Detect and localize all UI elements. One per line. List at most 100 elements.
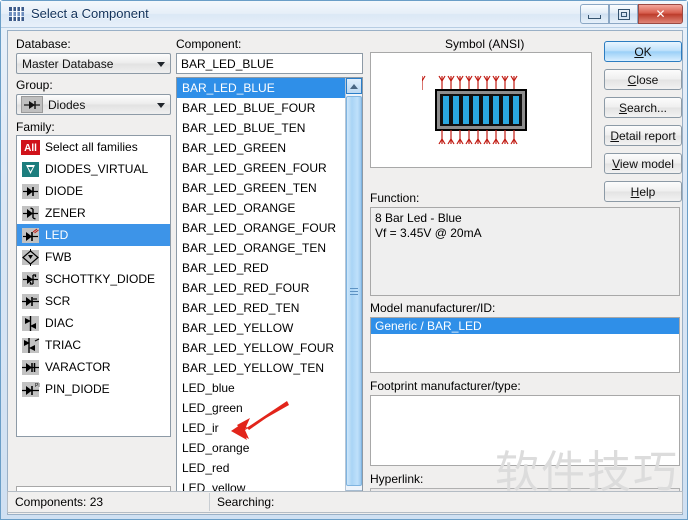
diac-icon — [21, 315, 40, 332]
view-model-button[interactable]: View model — [604, 153, 682, 174]
chevron-down-icon — [157, 103, 165, 108]
component-item[interactable]: BAR_LED_GREEN — [177, 138, 347, 158]
component-list-scrollbar[interactable] — [345, 78, 362, 506]
component-item[interactable]: BAR_LED_YELLOW_FOUR — [177, 338, 347, 358]
minimize-button[interactable] — [580, 4, 609, 24]
symbol-label: Symbol (ANSI) — [445, 37, 525, 51]
window-controls: ✕ — [580, 4, 683, 25]
close-button[interactable]: ✕ — [638, 4, 683, 24]
component-item[interactable]: BAR_LED_YELLOW_TEN — [177, 358, 347, 378]
family-item-diac[interactable]: DIAC — [17, 312, 170, 334]
family-item-label: SCHOTTKY_DIODE — [45, 272, 156, 286]
all-families-icon: All — [21, 139, 40, 156]
symbol-preview — [370, 52, 592, 168]
family-item-schottky-diode[interactable]: SCHOTTKY_DIODE — [17, 268, 170, 290]
component-item[interactable]: BAR_LED_BLUE_FOUR — [177, 98, 347, 118]
component-input[interactable] — [176, 53, 363, 74]
triac-icon — [21, 337, 40, 354]
group-label: Group: — [16, 78, 53, 92]
component-item[interactable]: LED_red — [177, 458, 347, 478]
component-item[interactable]: BAR_LED_ORANGE — [177, 198, 347, 218]
chevron-up-icon — [350, 83, 358, 89]
diode-icon — [21, 96, 43, 113]
component-item[interactable]: LED_ir — [177, 418, 347, 438]
family-item-label: DIAC — [45, 316, 74, 330]
scrollbar-thumb[interactable] — [346, 96, 362, 486]
led-icon — [21, 227, 40, 244]
model-value[interactable]: Generic / BAR_LED — [371, 318, 679, 334]
component-database-icon — [9, 7, 24, 21]
restore-button[interactable] — [609, 4, 638, 24]
scr-icon — [21, 293, 40, 310]
group-value: Diodes — [48, 97, 86, 112]
detail-report-button-label: Detail report — [610, 128, 676, 143]
component-item[interactable]: BAR_LED_GREEN_FOUR — [177, 158, 347, 178]
component-item[interactable]: BAR_LED_ORANGE_TEN — [177, 238, 347, 258]
search-button[interactable]: Search... — [604, 97, 682, 118]
family-list[interactable]: All Select all families DIODES_VIRTUAL DIOD… — [16, 135, 171, 437]
schottky-diode-icon — [21, 271, 40, 288]
family-item-scr[interactable]: SCR — [17, 290, 170, 312]
function-label: Function: — [370, 191, 420, 205]
family-label: Family: — [16, 120, 55, 134]
view-model-button-label: View model — [612, 156, 674, 171]
family-item-label: SCR — [45, 294, 71, 308]
component-item[interactable]: BAR_LED_RED_FOUR — [177, 278, 347, 298]
title-bar: Select a Component ✕ — [1, 1, 687, 28]
close-button-label: Close — [627, 72, 659, 87]
function-box: 8 Bar Led - Blue Vf = 3.45V @ 20mA — [370, 207, 680, 296]
family-item-fwb[interactable]: FWB — [17, 246, 170, 268]
restore-icon — [617, 8, 630, 20]
family-item-pin-diode[interactable]: PIN PIN_DIODE — [17, 378, 170, 400]
database-dropdown[interactable]: Master Database — [16, 53, 171, 74]
family-item-select all families[interactable]: All Select all families — [17, 136, 170, 158]
component-item[interactable]: LED_blue — [177, 378, 347, 398]
footprint-list[interactable] — [370, 395, 680, 466]
component-list[interactable]: BAR_LED_BLUE BAR_LED_BLUE_FOUR BAR_LED_BLU… — [176, 77, 363, 507]
family-item-diodes-virtual[interactable]: DIODES_VIRTUAL — [17, 158, 170, 180]
component-item[interactable]: BAR_LED_RED_TEN — [177, 298, 347, 318]
family-item-triac[interactable]: TRIAC — [17, 334, 170, 356]
family-item-label: DIODE — [45, 184, 84, 198]
ok-button[interactable]: OK — [604, 41, 682, 62]
ok-button-label: OK — [634, 44, 652, 59]
family-item-diode[interactable]: DIODE — [17, 180, 170, 202]
minimize-icon — [588, 14, 601, 19]
full-wave-bridge-icon — [21, 248, 40, 266]
select-component-dialog: Select a Component ✕ Database: Master Da… — [0, 0, 688, 520]
hyperlink-label: Hyperlink: — [370, 472, 424, 486]
svg-text:All: All — [24, 143, 37, 154]
component-item[interactable]: BAR_LED_YELLOW — [177, 318, 347, 338]
component-item[interactable]: BAR_LED_RED — [177, 258, 347, 278]
family-item-zener[interactable]: ZENER — [17, 202, 170, 224]
status-bar: Components: 23 Searching: — [7, 491, 683, 513]
family-item-label: PIN_DIODE — [45, 382, 110, 396]
footprint-label: Footprint manufacturer/type: — [370, 379, 521, 393]
window-title: Select a Component — [31, 6, 149, 21]
component-item[interactable]: BAR_LED_BLUE_TEN — [177, 118, 347, 138]
family-item-label: ZENER — [45, 206, 86, 220]
group-dropdown[interactable]: Diodes — [16, 94, 171, 115]
component-item[interactable]: BAR_LED_BLUE — [177, 78, 347, 98]
help-button-label: Help — [630, 184, 656, 199]
family-item-label: LED — [45, 228, 69, 242]
bar-led-8-segment-symbol — [371, 53, 591, 167]
component-item[interactable]: LED_orange — [177, 438, 347, 458]
database-label: Database: — [16, 37, 71, 51]
family-item-varactor[interactable]: VARACTOR — [17, 356, 170, 378]
component-item[interactable]: LED_green — [177, 398, 347, 418]
component-item[interactable]: BAR_LED_ORANGE_FOUR — [177, 218, 347, 238]
search-button-label: Search... — [618, 100, 668, 115]
components-count: Components: 23 — [15, 495, 104, 509]
family-item-led[interactable]: LED — [17, 224, 170, 246]
component-item[interactable]: BAR_LED_GREEN_TEN — [177, 178, 347, 198]
scroll-up-button[interactable] — [346, 78, 362, 94]
detail-report-button[interactable]: Detail report — [604, 125, 682, 146]
model-list[interactable]: Generic / BAR_LED — [370, 317, 680, 373]
diode-icon — [21, 183, 40, 200]
help-button[interactable]: Help — [604, 181, 682, 202]
family-item-label: DIODES_VIRTUAL — [45, 162, 149, 176]
family-item-label: Select all families — [45, 140, 138, 154]
close-dialog-button[interactable]: Close — [604, 69, 682, 90]
function-line-2: Vf = 3.45V @ 20mA — [375, 226, 482, 240]
